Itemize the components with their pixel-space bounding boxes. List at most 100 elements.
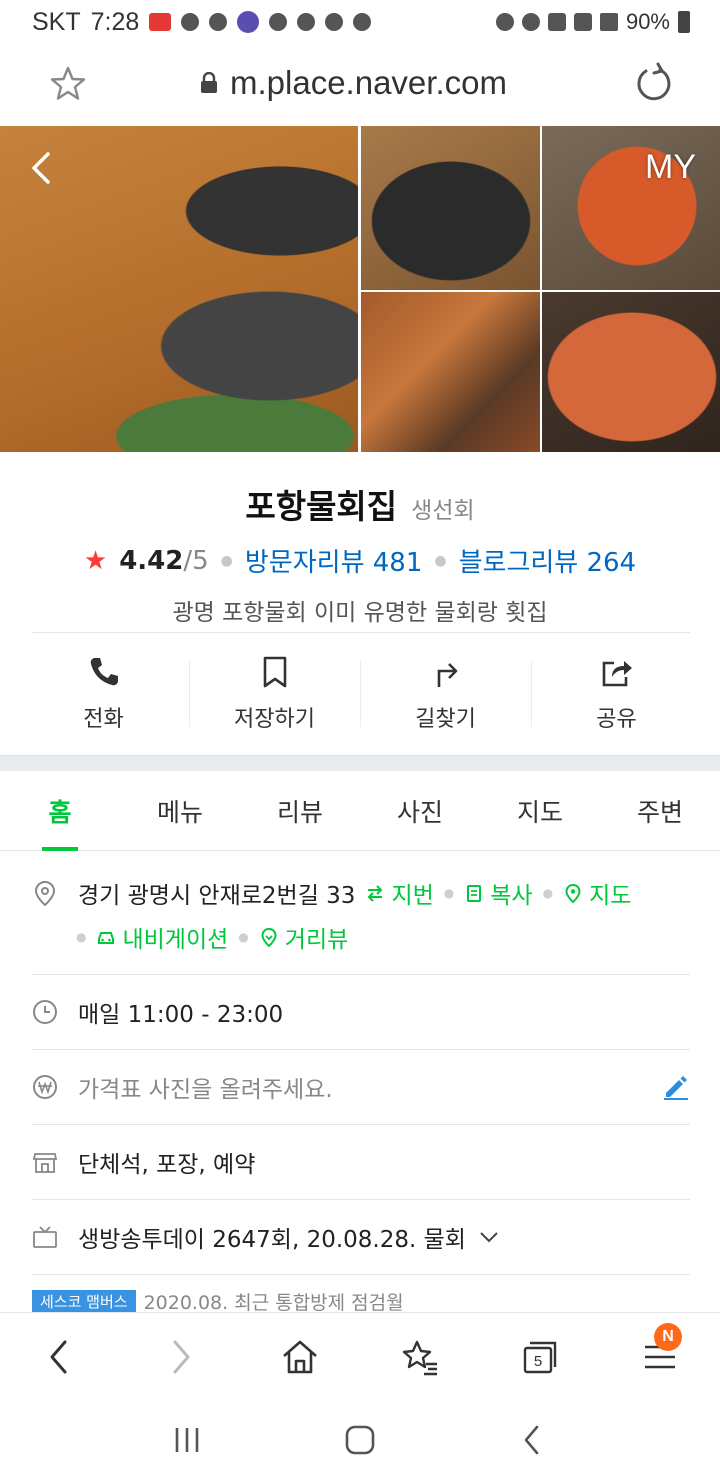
separator-dot: ● [238, 930, 249, 944]
hours-text: 매일 11:00 - 23:00 [78, 1002, 284, 1028]
back-arrow-icon[interactable] [22, 148, 62, 188]
map-link[interactable]: 지도 [563, 876, 631, 910]
tab-map[interactable]: 지도 [480, 771, 600, 850]
status-bar: SKT 7:28 90% [0, 0, 720, 44]
chevron-down-icon[interactable] [478, 1226, 500, 1248]
notification-icon [181, 13, 200, 31]
tab-photos[interactable]: 사진 [360, 771, 480, 850]
mute-icon [521, 13, 540, 31]
directions-label: 길찾기 [415, 707, 476, 732]
back-icon [50, 1340, 67, 1373]
tabs-button[interactable]: 5 [480, 1313, 600, 1400]
bowl-icon [269, 13, 288, 31]
talk-icon [353, 13, 372, 31]
url-field[interactable]: m.place.naver.com [200, 64, 507, 102]
photo-thumb[interactable] [361, 126, 540, 290]
address-row: 경기 광명시 안재로2번길 33 지번 ● 복사 ● 지도 ● 내비게이션 ● [32, 852, 690, 975]
teaser-row: 세스코 맴버스 2020.08. 최근 통합방제 점검월 [32, 1290, 404, 1312]
battery-icon [678, 11, 690, 33]
browser-url-bar: m.place.naver.com [0, 44, 720, 126]
photo-thumb[interactable] [542, 292, 720, 452]
home-button[interactable] [240, 1313, 360, 1400]
star-list-icon [402, 1340, 437, 1375]
bookmarks-button[interactable] [360, 1313, 480, 1400]
app-notification-icon [325, 13, 344, 31]
alarm-icon [495, 13, 514, 31]
section-gap [0, 755, 720, 771]
separator-dot: ● [220, 552, 233, 569]
directions-button[interactable]: 길찾기 [360, 633, 531, 755]
place-header: 포항물회집 생선회 ★ 4.42/5 ● 방문자리뷰 481 ● 블로그리뷰 2… [0, 452, 720, 627]
place-description: 광명 포항물회 이미 유명한 물회랑 횟집 [172, 600, 548, 626]
share-label: 공유 [596, 707, 637, 732]
megaphone-icon [149, 13, 172, 31]
url-text: m.place.naver.com [230, 64, 507, 101]
clock: 7:28 [90, 7, 140, 36]
rating-star-icon: ★ [83, 545, 108, 576]
tv-row[interactable]: 생방송투데이 2647회, 20.08.28. 물회 [32, 1200, 690, 1275]
map-pin-icon [565, 883, 581, 903]
tab-reviews[interactable]: 리뷰 [240, 771, 360, 850]
tab-bar: 홈 메뉴 리뷰 사진 지도 주변 [0, 771, 720, 851]
hd-voice-icon [547, 13, 566, 31]
store-icon [32, 1153, 58, 1173]
photo-thumb[interactable] [361, 292, 540, 452]
share-button[interactable]: 공유 [531, 633, 702, 755]
separator-dot: ● [542, 886, 554, 900]
tab-menu[interactable]: 메뉴 [120, 771, 240, 850]
home-icon [283, 1340, 317, 1373]
tab-home[interactable]: 홈 [0, 771, 120, 851]
visitor-reviews-link[interactable]: 방문자리뷰 481 [245, 542, 423, 579]
photo-thumb[interactable]: MY [542, 126, 720, 290]
battery-percent: 90% [625, 9, 670, 34]
facilities-row: 단체석, 포장, 예약 [32, 1125, 690, 1200]
lte-icon [573, 13, 592, 31]
facilities-text: 단체석, 포장, 예약 [78, 1152, 256, 1178]
clock-icon [33, 1000, 57, 1024]
photo-gallery[interactable]: MY [0, 126, 720, 452]
app-notification-icon [297, 13, 316, 31]
phone-icon [90, 658, 118, 686]
street-view-icon [261, 927, 277, 947]
lock-icon [201, 72, 217, 93]
save-label: 저장하기 [234, 707, 315, 732]
home-system-icon[interactable] [342, 1422, 378, 1458]
back-system-icon[interactable] [515, 1422, 551, 1458]
call-label: 전화 [83, 707, 124, 732]
cesco-badge: 세스코 맴버스 [32, 1290, 136, 1312]
forward-button[interactable] [120, 1313, 240, 1400]
separator-dot: ● [76, 930, 87, 944]
tab-nearby[interactable]: 주변 [600, 771, 720, 850]
price-row[interactable]: 가격표 사진을 올려주세요. [32, 1050, 690, 1125]
car-icon [98, 932, 115, 944]
tabs-count: 5 [534, 1353, 542, 1370]
edit-pencil-icon[interactable] [662, 1073, 690, 1101]
call-button[interactable]: 전화 [18, 633, 189, 755]
swap-icon [368, 885, 383, 902]
system-nav-bar [0, 1400, 720, 1480]
jibun-link[interactable]: 지번 [365, 876, 434, 910]
notification-badge: N [654, 1323, 682, 1351]
directions-icon [437, 663, 457, 687]
save-button[interactable]: 저장하기 [189, 633, 360, 755]
bookmark-star-icon[interactable] [48, 64, 88, 104]
separator-dot: ● [434, 552, 447, 569]
location-pin-icon [34, 880, 56, 906]
place-category: 생선회 [411, 498, 475, 524]
tabs-icon: 5 [523, 1341, 557, 1373]
browser-bottom-nav: 5 N [0, 1312, 720, 1400]
photo-main[interactable] [0, 126, 358, 452]
reload-icon[interactable] [634, 62, 674, 106]
bookmark-icon [263, 656, 286, 688]
my-button[interactable]: MY [645, 148, 696, 187]
back-button[interactable] [0, 1313, 120, 1400]
blog-reviews-link[interactable]: 블로그리뷰 264 [459, 542, 637, 579]
navigation-link[interactable]: 내비게이션 [96, 920, 228, 954]
copy-link[interactable]: 복사 [464, 876, 533, 910]
price-placeholder: 가격표 사진을 올려주세요. [78, 1077, 333, 1103]
street-view-link[interactable]: 거리뷰 [259, 920, 348, 954]
rating-score: 4.42/5 [119, 545, 209, 576]
menu-button[interactable]: N [600, 1313, 720, 1400]
hours-row[interactable]: 매일 11:00 - 23:00 [32, 975, 690, 1050]
recent-apps-icon[interactable] [169, 1422, 205, 1458]
